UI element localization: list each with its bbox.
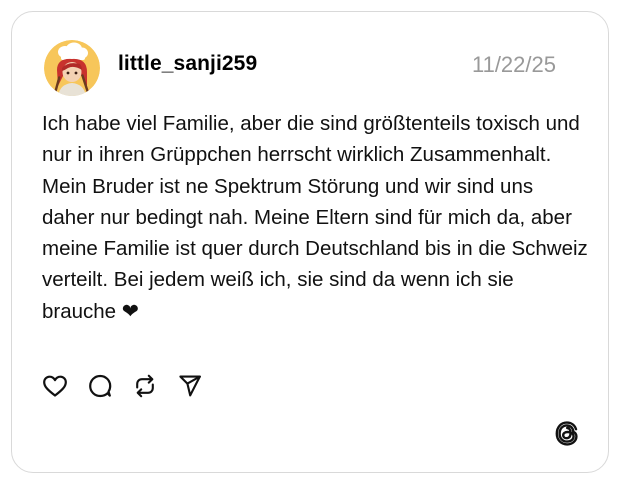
paper-plane-icon — [179, 375, 201, 397]
reply-button[interactable] — [87, 373, 113, 399]
threads-logo-icon[interactable] — [552, 418, 582, 448]
avatar[interactable] — [44, 40, 100, 96]
post-card: little_sanji259 11/22/25 Ich habe viel F… — [11, 11, 609, 473]
repost-arrows-icon — [136, 374, 154, 398]
post-text: Ich habe viel Familie, aber die sind grö… — [42, 112, 588, 323]
username[interactable]: little_sanji259 — [118, 52, 257, 76]
action-bar — [42, 373, 222, 399]
like-button[interactable] — [42, 373, 68, 399]
heart-icon — [43, 375, 67, 397]
post-date: 11/22/25 — [471, 52, 556, 77]
speech-bubble-icon — [89, 374, 112, 398]
chef-avatar-icon — [44, 40, 100, 96]
share-button[interactable] — [177, 373, 203, 399]
repost-button[interactable] — [132, 373, 158, 399]
